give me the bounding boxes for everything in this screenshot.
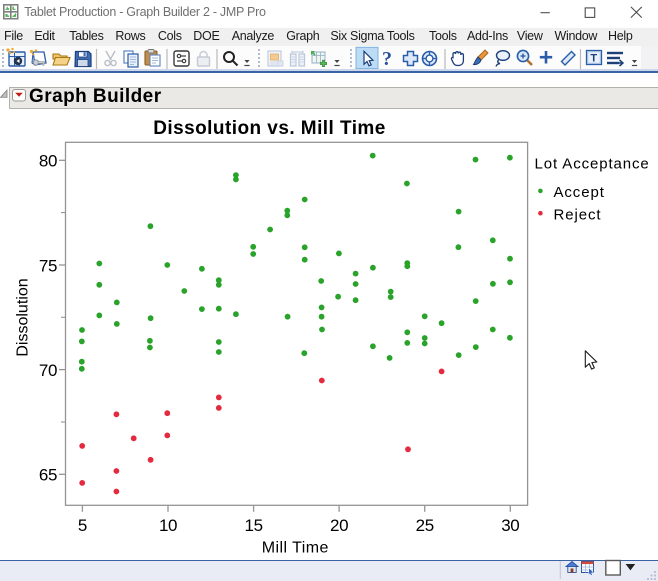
svg-text:Reject: Reject: [554, 207, 602, 224]
svg-text:Accept: Accept: [554, 184, 605, 201]
svg-text:70: 70: [39, 361, 57, 380]
svg-text:75: 75: [39, 256, 57, 275]
svg-text:15: 15: [245, 516, 263, 535]
svg-text:Mill Time: Mill Time: [262, 540, 329, 557]
svg-text:10: 10: [159, 516, 177, 535]
svg-text:20: 20: [330, 516, 348, 535]
svg-text:30: 30: [501, 516, 519, 535]
svg-text:80: 80: [39, 152, 57, 171]
svg-text:Lot Acceptance: Lot Acceptance: [535, 156, 650, 173]
svg-text:?: ?: [382, 48, 392, 70]
svg-text:5: 5: [78, 516, 87, 535]
svg-text:65: 65: [39, 466, 57, 485]
svg-text:Dissolution: Dissolution: [15, 278, 32, 356]
svg-text:T: T: [590, 53, 597, 65]
svg-text:25: 25: [416, 516, 434, 535]
